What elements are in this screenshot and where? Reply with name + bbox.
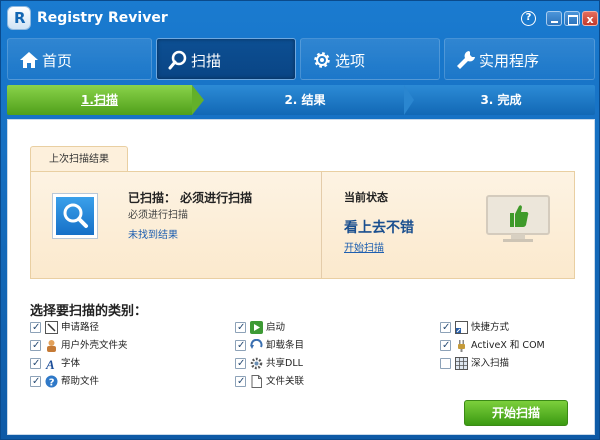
- nav-scan-label: 扫描: [191, 52, 222, 70]
- checkbox[interactable]: [440, 338, 451, 354]
- plug-icon: [458, 340, 465, 352]
- categories-title: 选择要扫描的类别：: [30, 304, 148, 319]
- app-window: Registry Reviver ? x 首页 扫描 选项: [0, 0, 600, 440]
- font-icon: A: [45, 357, 55, 370]
- step-finish: 3. 完成: [480, 93, 522, 107]
- last-scan-panel: 已扫描： 必须进行扫描 必须进行扫描 未找到结果 当前状态 看上去不错 开始扫描: [30, 171, 575, 279]
- checkbox[interactable]: [30, 356, 41, 372]
- help-button[interactable]: ?: [521, 11, 536, 26]
- nav-scan[interactable]: 扫描: [156, 38, 296, 80]
- help-icon: ?: [45, 375, 58, 388]
- step-scan: 1.扫描: [7, 85, 204, 115]
- nav-home-label: 首页: [42, 52, 73, 70]
- gear-icon: [314, 52, 330, 68]
- checkbox[interactable]: [30, 320, 41, 336]
- search-icon: [168, 50, 187, 70]
- checkbox[interactable]: [440, 358, 451, 369]
- current-state-heading: 当前状态: [344, 191, 388, 204]
- main-nav: 首页 扫描 选项 实用程序: [7, 38, 595, 80]
- nav-utilities[interactable]: 实用程序: [444, 38, 595, 80]
- maximize-button[interactable]: [564, 11, 580, 26]
- checkbox[interactable]: [30, 338, 41, 354]
- path-icon: [45, 321, 58, 334]
- checkbox[interactable]: [235, 320, 246, 336]
- home-icon: [20, 52, 38, 68]
- svg-text:A: A: [45, 357, 55, 370]
- checkbox[interactable]: [235, 356, 246, 372]
- scanned-status: 已扫描： 必须进行扫描: [128, 191, 253, 205]
- main-content: 上次扫描结果 已扫描： 必须进行扫描 必须进行扫描 未找到结果 当前状态 看上去…: [7, 119, 595, 435]
- start-scan-link[interactable]: 开始扫描: [344, 239, 384, 254]
- uninstall-icon: [250, 339, 263, 349]
- checkbox[interactable]: [440, 320, 451, 336]
- current-state-value: 看上去不错: [344, 220, 414, 236]
- checkbox[interactable]: [235, 338, 246, 354]
- panel-divider: [321, 172, 322, 278]
- shortcut-icon: [455, 321, 468, 334]
- nav-utilities-label: 实用程序: [479, 52, 540, 70]
- scan-note: 必须进行扫描: [128, 210, 188, 221]
- window-title: Registry Reviver: [37, 10, 168, 26]
- checkbox[interactable]: [235, 374, 246, 390]
- close-button[interactable]: x: [582, 11, 598, 26]
- nav-options-label: 选项: [335, 52, 366, 70]
- app-logo-icon: [7, 6, 31, 30]
- title-bar[interactable]: Registry Reviver ? x: [1, 1, 600, 35]
- svg-text:?: ?: [49, 378, 55, 389]
- play-icon: [250, 321, 263, 334]
- no-results-link[interactable]: 未找到结果: [128, 226, 178, 241]
- nav-home[interactable]: 首页: [7, 38, 152, 80]
- checkbox[interactable]: [30, 374, 41, 390]
- minimize-button[interactable]: [546, 11, 562, 26]
- step-results: 2. 结果: [284, 93, 326, 107]
- thumbs-up-monitor-icon: [486, 195, 550, 242]
- user-folder-icon: [47, 340, 56, 352]
- start-scan-button[interactable]: 开始扫描: [464, 400, 568, 426]
- tab-last-scan[interactable]: 上次扫描结果: [30, 146, 128, 172]
- wrench-icon: [457, 51, 475, 69]
- scan-magnifier-icon: [53, 194, 97, 238]
- grid-icon: [455, 357, 468, 370]
- nav-options[interactable]: 选项: [300, 38, 440, 80]
- scan-steps: 1.扫描 2. 结果 3. 完成: [7, 85, 595, 115]
- dll-gear-icon: [250, 357, 263, 370]
- file-icon: [251, 375, 262, 388]
